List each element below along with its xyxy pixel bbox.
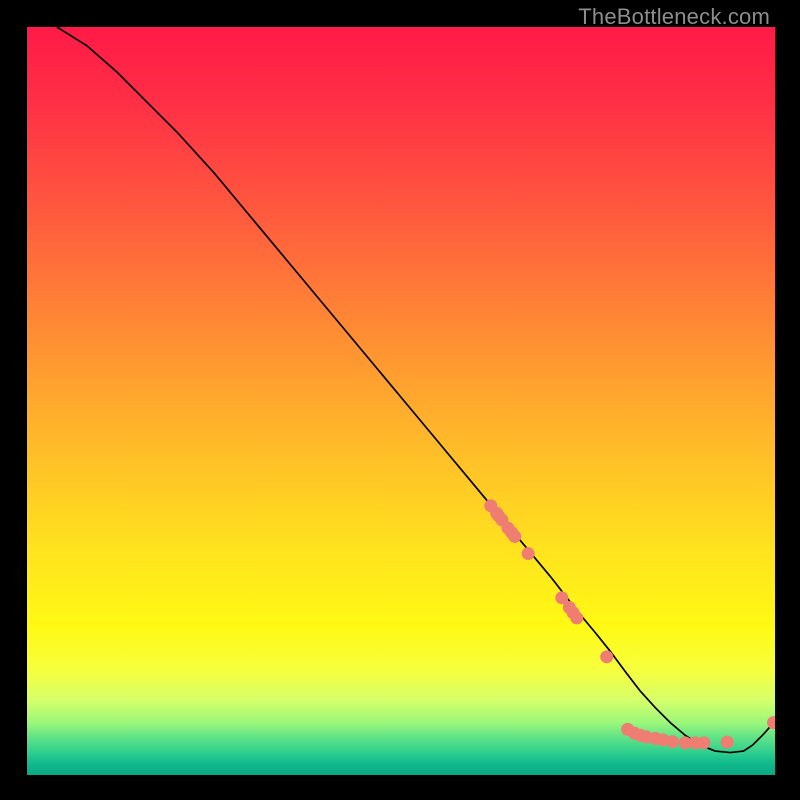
scatter-dot <box>508 530 521 543</box>
chart-overlay <box>27 27 775 775</box>
scatter-dot <box>570 611 583 624</box>
chart-stage: TheBottleneck.com <box>0 0 800 800</box>
scatter-dot <box>600 650 613 663</box>
bottleneck-curve <box>57 27 775 753</box>
scatter-dot <box>767 716 775 729</box>
scatter-dot <box>522 547 535 560</box>
scatter-dot <box>721 736 734 749</box>
scatter-dot <box>697 736 710 749</box>
scatter-points <box>484 499 775 749</box>
scatter-dot <box>666 735 679 748</box>
plot-area <box>27 27 775 775</box>
